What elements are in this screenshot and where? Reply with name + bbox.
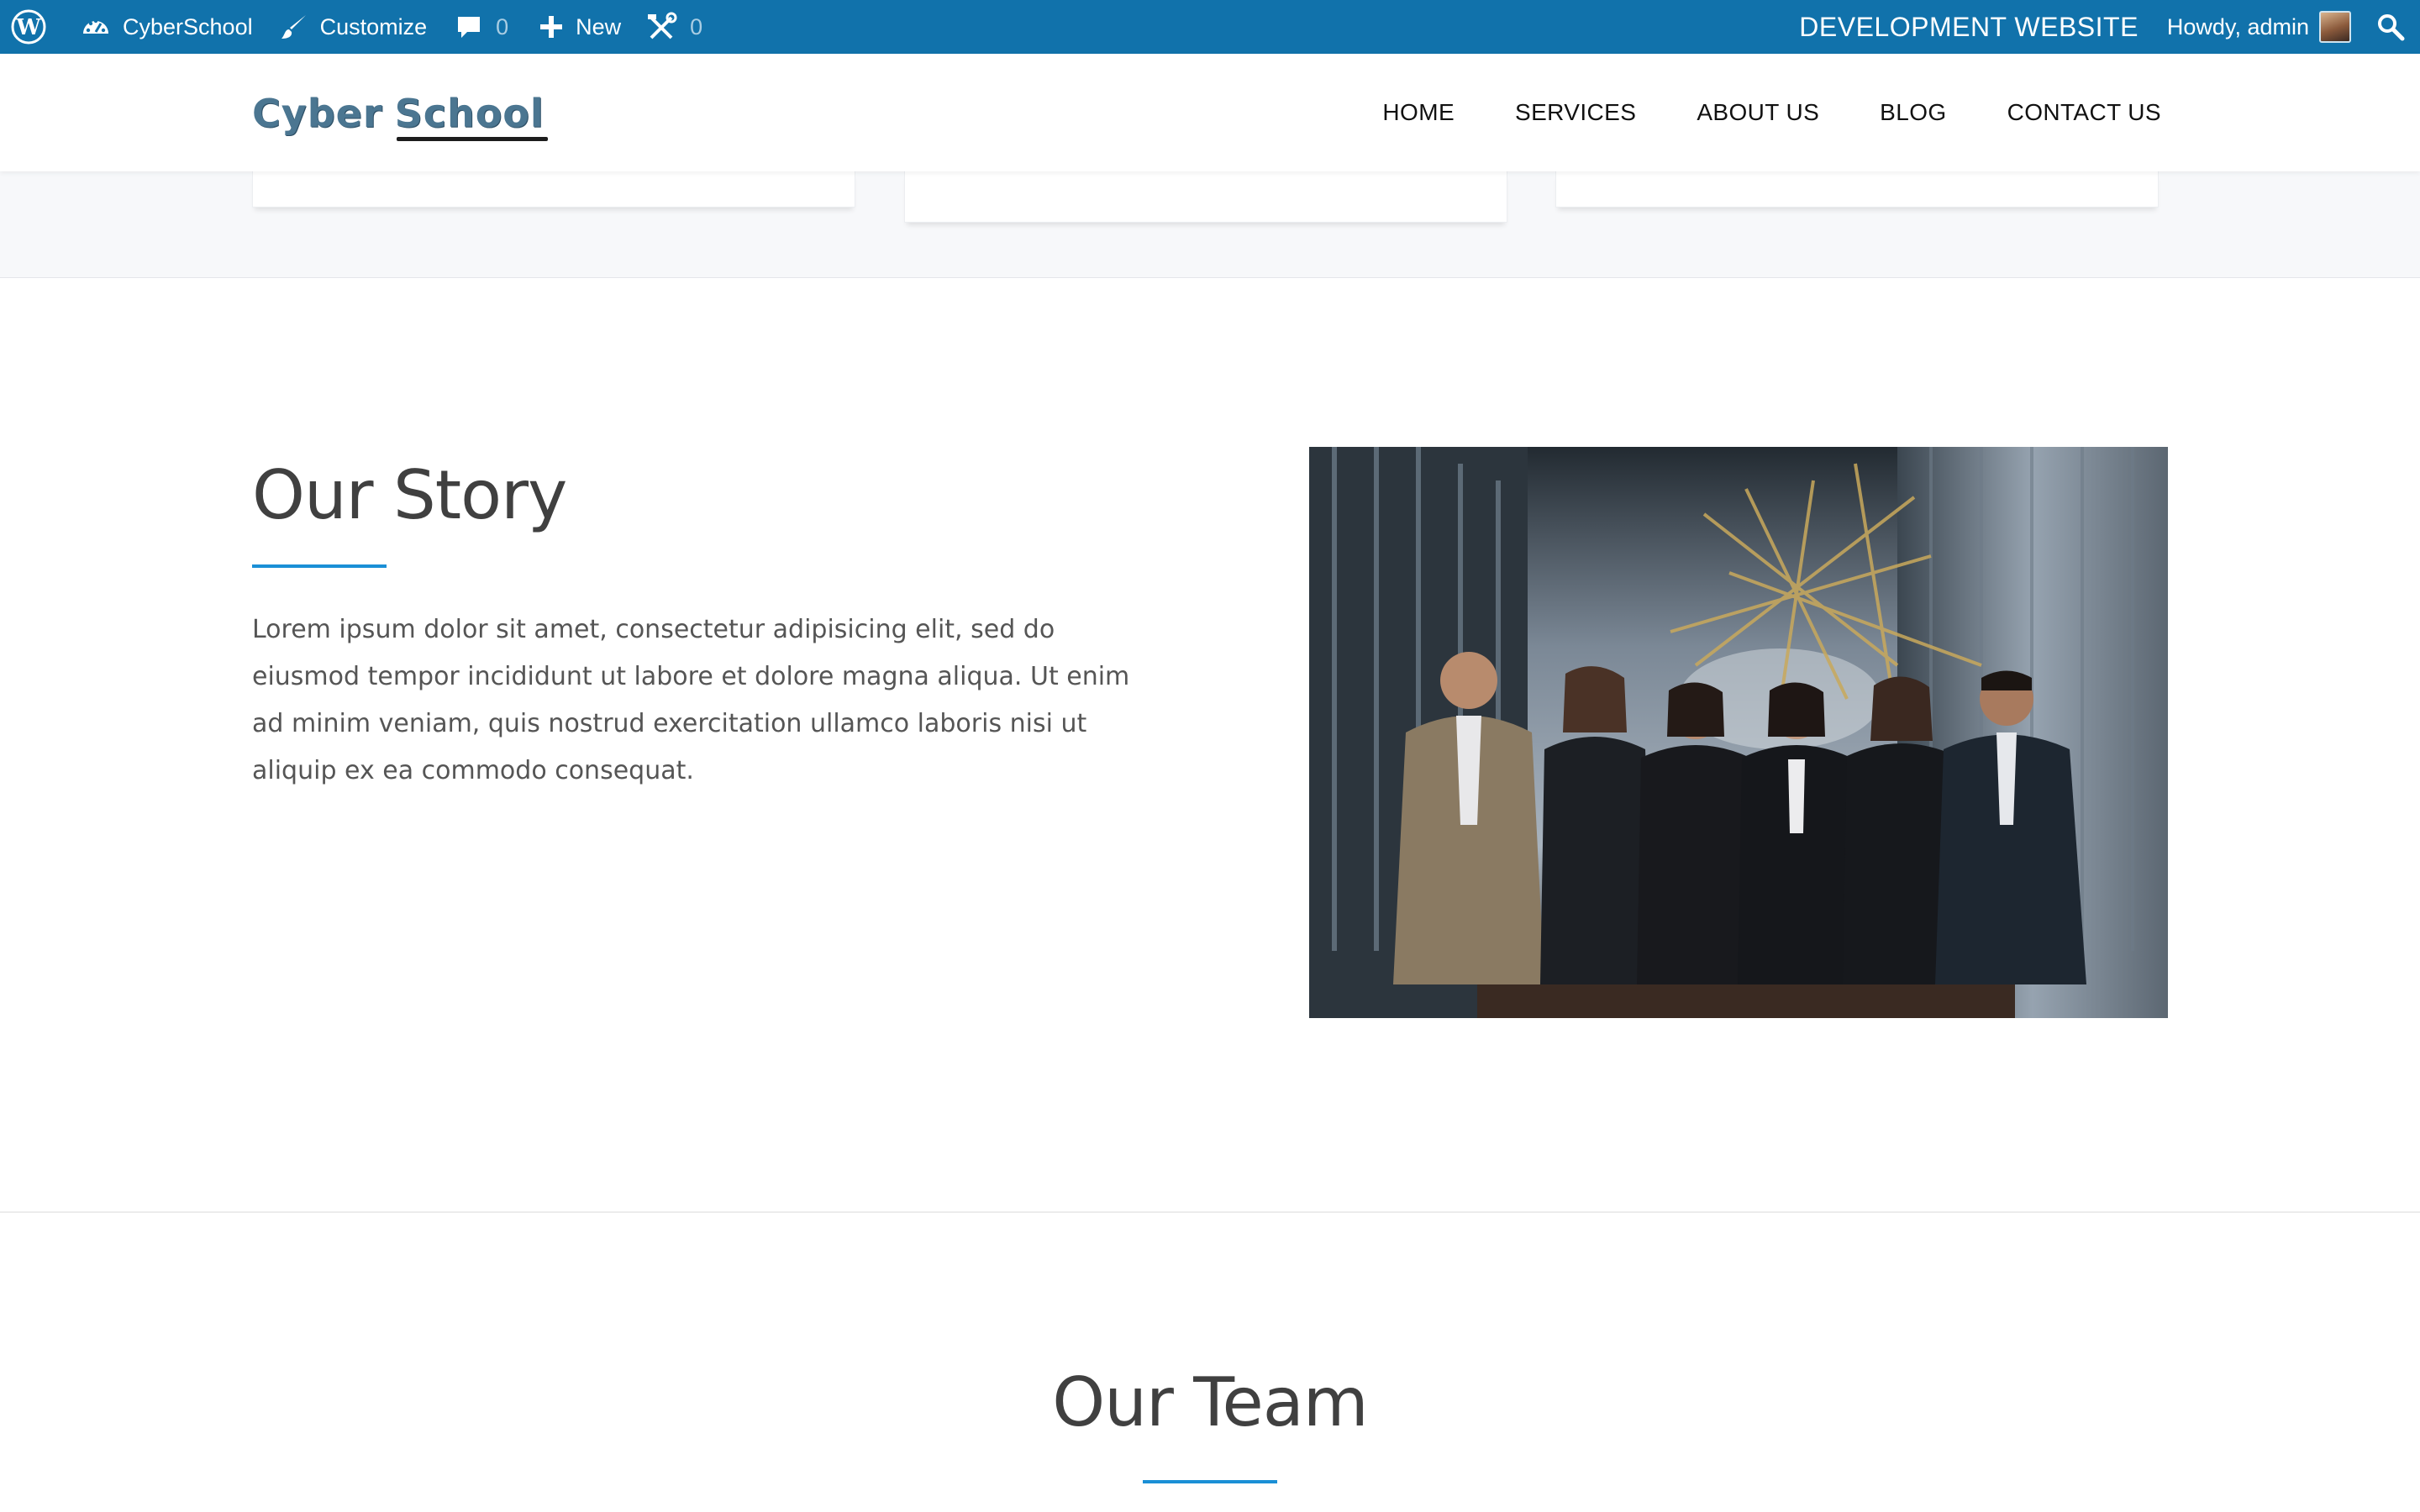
admin-bar: W CyberSchool Customize 0 New 0 DEVELOPM… [0, 0, 2420, 54]
our-story-text: Lorem ipsum dolor sit amet, consectetur … [252, 615, 1130, 785]
wordpress-logo-menu[interactable]: W [10, 0, 47, 54]
section-divider [0, 1211, 2420, 1213]
logo-text-cyber: Cyber [252, 91, 383, 136]
service-card [252, 171, 855, 207]
dashboard-icon [81, 13, 111, 40]
plus-icon [539, 14, 564, 39]
comment-icon [455, 13, 482, 40]
our-story-title: Our Story [252, 456, 567, 534]
comments-link[interactable]: 0 [455, 0, 508, 54]
nav-about-us[interactable]: ABOUT US [1697, 99, 1819, 126]
service-card [904, 171, 1507, 223]
development-website-label: DEVELOPMENT WEBSITE [1799, 11, 2139, 42]
customize-link[interactable]: Customize [280, 0, 428, 54]
logo-text-school: School [394, 91, 544, 136]
site-name: CyberSchool [123, 13, 253, 39]
title-underline [1143, 1480, 1277, 1483]
site-logo[interactable]: Cyber School [252, 91, 544, 141]
site-name-menu[interactable]: CyberSchool [81, 0, 253, 54]
brush-icon [280, 13, 308, 41]
title-underline [252, 564, 387, 568]
new-label: New [576, 13, 622, 39]
updates-count: 0 [690, 13, 703, 39]
team-photo [1309, 447, 2168, 1018]
wordpress-icon: W [10, 8, 47, 45]
main-navigation: HOME SERVICES ABOUT US BLOG CONTACT US [1382, 54, 2161, 171]
comments-count: 0 [496, 13, 509, 39]
my-account-menu[interactable]: Howdy, admin [2167, 0, 2351, 54]
site-header: Cyber School HOME SERVICES ABOUT US BLOG … [0, 54, 2420, 171]
nav-blog[interactable]: BLOG [1880, 99, 1946, 126]
nav-home[interactable]: HOME [1382, 99, 1455, 126]
search-toggle[interactable] [2376, 0, 2405, 54]
services-card-strip [0, 171, 2420, 278]
avatar [2319, 11, 2351, 43]
nav-services[interactable]: SERVICES [1515, 99, 1636, 126]
tools-icon [646, 11, 678, 43]
new-content-menu[interactable]: New [539, 0, 621, 54]
updates-link[interactable]: 0 [646, 0, 702, 54]
service-card [1555, 171, 2159, 207]
our-team-title: Our Team [1052, 1363, 1368, 1441]
nav-contact-us[interactable]: CONTACT US [2007, 99, 2161, 126]
svg-text:W: W [15, 15, 41, 40]
howdy-greeting: Howdy, admin [2166, 13, 2309, 39]
search-icon [2376, 13, 2405, 41]
customize-label: Customize [319, 13, 428, 39]
